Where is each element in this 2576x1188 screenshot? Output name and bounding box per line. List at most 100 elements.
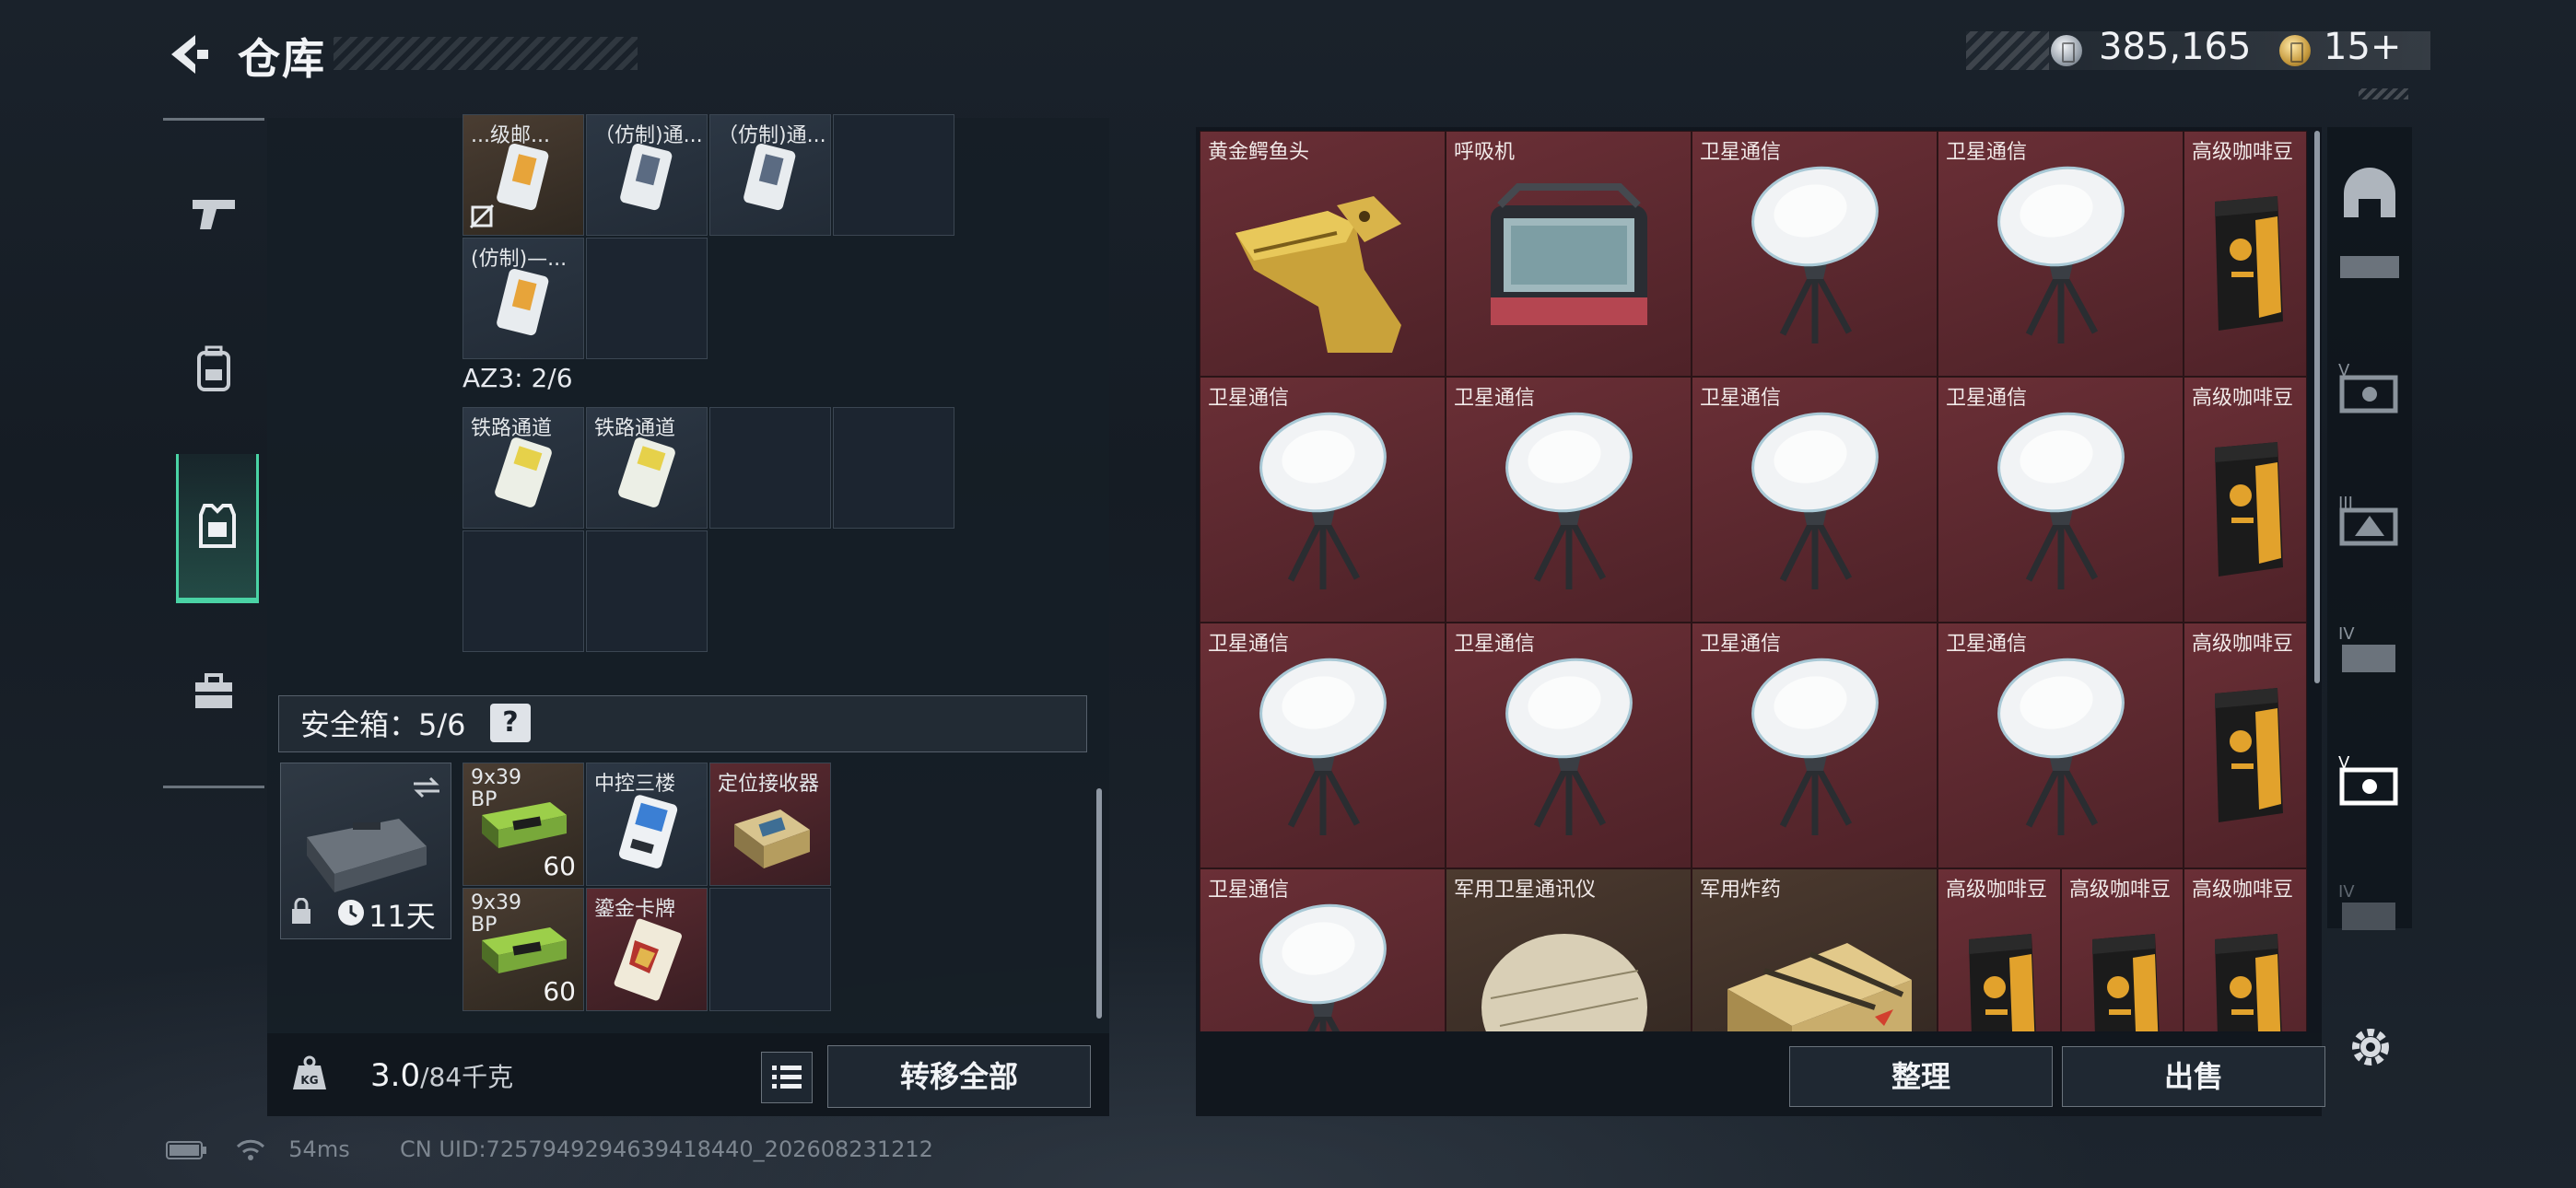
warehouse-item-dish[interactable]: 卫星通信 xyxy=(1938,131,2184,377)
dish-icon xyxy=(1992,405,2130,602)
item-slot[interactable]: 中控三楼 xyxy=(586,763,708,886)
gold-currency-value[interactable]: 15+ xyxy=(2324,26,2401,68)
empty-slot[interactable] xyxy=(833,407,954,529)
clock-icon xyxy=(338,900,364,926)
armor-tab-icon[interactable] xyxy=(2335,249,2405,285)
item-slot[interactable]: 铁路通道 xyxy=(463,407,584,529)
croc-icon xyxy=(1217,169,1429,366)
warehouse-item-label: 高级咖啡豆 xyxy=(1946,879,2048,902)
warehouse-item-dish[interactable]: 卫星通信 xyxy=(1446,377,1692,623)
weight-max: /84千克 xyxy=(420,1062,514,1092)
swap-icon[interactable] xyxy=(410,775,443,800)
svg-text:IV: IV xyxy=(2338,624,2355,644)
safe-box-label: 安全箱：5/6 xyxy=(300,707,466,742)
warehouse-item-label: 高级咖啡豆 xyxy=(2192,387,2294,410)
warehouse-item-explosive[interactable]: 军用炸药 xyxy=(1692,868,1938,1031)
warehouse-item-dish[interactable]: 卫星通信 xyxy=(1938,623,2184,868)
empty-slot[interactable] xyxy=(463,530,584,652)
left-category-nav xyxy=(163,118,264,788)
item-slot[interactable]: ...级邮... xyxy=(463,114,584,236)
empty-slot[interactable] xyxy=(709,407,831,529)
warehouse-item-coffee[interactable]: 高级咖啡豆 xyxy=(2184,623,2307,868)
warehouse-item-coffee[interactable]: 高级咖啡豆 xyxy=(2184,377,2307,623)
dish-stand xyxy=(1779,747,1853,835)
coffee-icon xyxy=(2078,921,2170,1031)
item-slot[interactable]: （仿制)通... xyxy=(586,114,708,236)
armor-iv-icon[interactable]: IV xyxy=(2335,619,2405,689)
item-slot[interactable]: 鎏金卡牌 xyxy=(586,888,708,1011)
back-arrow-icon[interactable] xyxy=(164,31,210,77)
warehouse-item-label: 军用炸药 xyxy=(1700,879,1782,902)
battery-icon xyxy=(166,1141,206,1159)
item-slot[interactable]: （仿制)通... xyxy=(709,114,831,236)
nav-backpack[interactable] xyxy=(163,296,264,443)
warehouse-item-label: 军用卫星通讯仪 xyxy=(1454,879,1597,902)
warehouse-item-military-sat[interactable]: 军用卫星通讯仪 xyxy=(1446,868,1692,1031)
dish-icon xyxy=(1992,159,2130,356)
inventory-scrollbar[interactable] xyxy=(1096,788,1102,1019)
az3-label: AZ3: 2/6 xyxy=(463,363,573,393)
warehouse-item-coffee[interactable]: 高级咖啡豆 xyxy=(1938,868,2061,1031)
dish-stand xyxy=(1779,255,1853,344)
toolbox-icon xyxy=(195,673,232,708)
warehouse-item-label: 高级咖啡豆 xyxy=(2069,879,2172,902)
lock-icon xyxy=(292,898,310,924)
title-decoration xyxy=(334,37,638,70)
vest-icon xyxy=(199,504,236,548)
warehouse-item-label: 高级咖啡豆 xyxy=(2192,141,2294,164)
warehouse-scrollbar[interactable] xyxy=(2314,131,2320,683)
gilded-card-icon xyxy=(614,918,682,1001)
ammo-box-icon xyxy=(482,927,567,973)
warehouse-item-coffee[interactable]: 高级咖啡豆 xyxy=(2184,868,2307,1031)
pistol-icon xyxy=(193,200,235,229)
item-slot[interactable]: 9x39 BP 60 xyxy=(463,763,584,886)
keycard-icon xyxy=(744,143,796,211)
item-slot[interactable]: 9x39 BP 60 xyxy=(463,888,584,1011)
item-slot[interactable]: 定位接收器 xyxy=(709,763,831,886)
transfer-all-button[interactable]: 转移全部 xyxy=(827,1045,1091,1108)
warehouse-grid: 黄金鳄鱼头 呼吸机 卫星通信 卫星通信 高级咖啡豆 卫星通信 卫星通信 卫星通信 卫星通信 高级咖… xyxy=(1200,131,2309,1031)
page-title: 仓库 xyxy=(238,34,326,84)
nav-weapons[interactable] xyxy=(163,139,264,286)
helmet-icon[interactable] xyxy=(2335,162,2405,232)
no-insure-icon xyxy=(469,204,495,229)
item-slot[interactable]: (仿制)—... xyxy=(463,238,584,359)
dish-icon xyxy=(1254,405,1392,602)
warehouse-item-coffee[interactable]: 高级咖啡豆 xyxy=(2061,868,2184,1031)
sort-button[interactable]: 整理 xyxy=(1789,1046,2053,1107)
warehouse-item-dish[interactable]: 卫星通信 xyxy=(1200,377,1446,623)
armor-v-selected-icon[interactable]: V xyxy=(2335,748,2405,818)
warehouse-item-dish[interactable]: 卫星通信 xyxy=(1692,623,1938,868)
empty-slot[interactable] xyxy=(586,238,708,359)
keycard-icon xyxy=(497,268,549,336)
warehouse-item-label: 高级咖啡豆 xyxy=(2192,879,2294,902)
armor-iii-icon[interactable]: III xyxy=(2335,488,2405,558)
uid-text: CN UID:7257949294639418440_202608231212 xyxy=(400,1136,933,1162)
armor-v-icon[interactable]: V xyxy=(2335,355,2405,425)
list-view-button[interactable] xyxy=(761,1052,813,1103)
warehouse-item-dish[interactable]: 卫星通信 xyxy=(1446,623,1692,868)
nav-toolbox[interactable] xyxy=(163,618,264,765)
item-slot[interactable]: 铁路通道 xyxy=(586,407,708,529)
warehouse-item-dish[interactable]: 卫星通信 xyxy=(1200,623,1446,868)
settings-gear-icon[interactable] xyxy=(2348,1024,2394,1070)
empty-slot[interactable] xyxy=(709,888,831,1011)
weight-value: 3.0 xyxy=(370,1057,421,1094)
sell-button[interactable]: 出售 xyxy=(2062,1046,2325,1107)
nav-vest[interactable] xyxy=(176,454,259,603)
dish-icon xyxy=(1254,897,1392,1031)
warehouse-item-coffee[interactable]: 高级咖啡豆 xyxy=(2184,131,2307,377)
warehouse-item-croc[interactable]: 黄金鳄鱼头 xyxy=(1200,131,1446,377)
keycard-icon xyxy=(618,437,675,507)
empty-slot[interactable] xyxy=(833,114,954,236)
warehouse-item-dish[interactable]: 卫星通信 xyxy=(1938,377,2184,623)
dish-icon xyxy=(1746,405,1884,602)
armor-iv-2-icon[interactable]: IV xyxy=(2335,877,2405,947)
empty-slot[interactable] xyxy=(586,530,708,652)
warehouse-item-dish[interactable]: 卫星通信 xyxy=(1692,131,1938,377)
warehouse-item-vent[interactable]: 呼吸机 xyxy=(1446,131,1692,377)
help-button[interactable]: ? xyxy=(490,704,531,742)
keycard-icon xyxy=(618,795,678,868)
warehouse-item-dish[interactable]: 卫星通信 xyxy=(1200,868,1446,1031)
warehouse-item-dish[interactable]: 卫星通信 xyxy=(1692,377,1938,623)
